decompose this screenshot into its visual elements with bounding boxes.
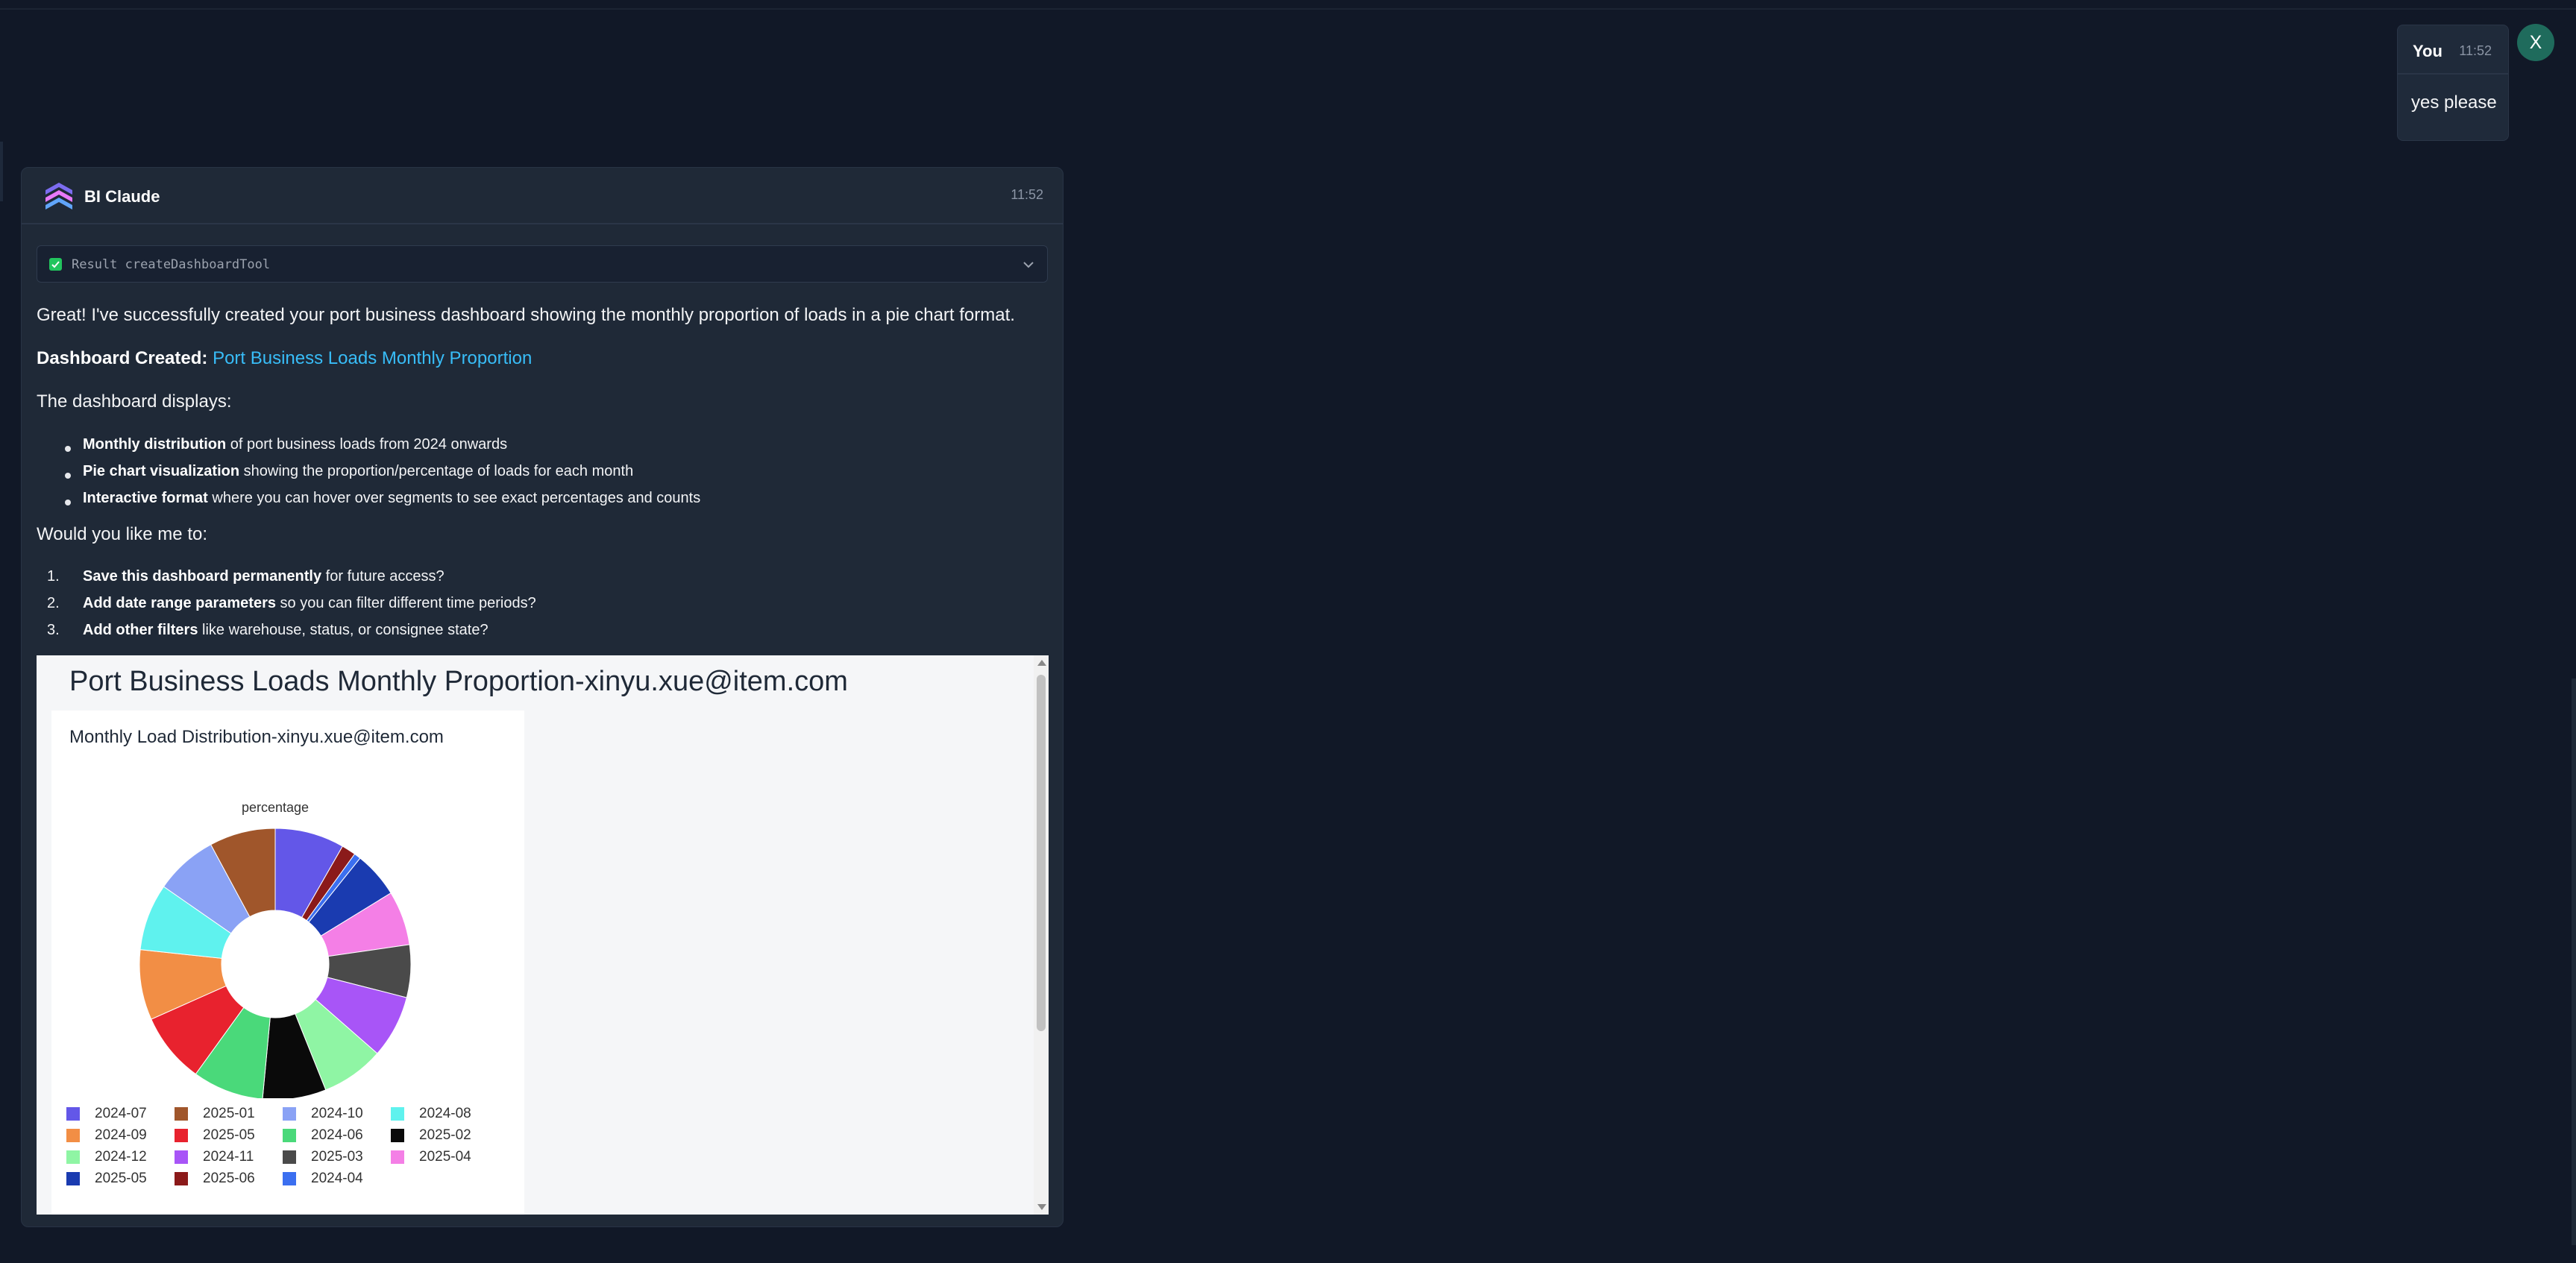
bullet-item: Monthly distribution of port business lo… [83, 436, 508, 453]
dashboard-title: Port Business Loads Monthly Proportion-x… [69, 666, 848, 697]
legend-swatch [283, 1171, 296, 1185]
scroll-down-arrow-icon[interactable] [1037, 1204, 1046, 1210]
page-scrollbar[interactable] [2572, 678, 2576, 1245]
user-message-bubble: You 11:52 yes please [2397, 25, 2509, 141]
legend-item-2025-03[interactable]: 2025-03 [283, 1149, 363, 1167]
legend-label: 2025-01 [203, 1106, 255, 1121]
option-number: 3. [47, 622, 60, 638]
legend-label: 2025-06 [203, 1171, 255, 1186]
legend-swatch [66, 1128, 80, 1142]
pie-chart-svg[interactable] [126, 800, 424, 1100]
checkbox-success-icon [49, 258, 62, 271]
assistant-message-time: 11:52 [1011, 187, 1043, 202]
legend-swatch [283, 1150, 296, 1164]
chart-panel-title: Monthly Load Distribution-xinyu.xue@item… [69, 727, 444, 747]
legend-swatch [175, 1150, 188, 1164]
assistant-message-card: BI Claude 11:52 Result createDashboardTo… [21, 167, 1064, 1227]
legend-label: 2024-07 [95, 1106, 147, 1121]
bullet-dot [65, 500, 71, 505]
legend-swatch [175, 1106, 188, 1121]
legend-item-2025-05[interactable]: 2025-05 [175, 1127, 255, 1145]
legend-swatch [283, 1106, 296, 1121]
legend-label: 2024-12 [95, 1149, 147, 1165]
legend-item-2024-08[interactable]: 2024-08 [391, 1106, 471, 1124]
legend-swatch [391, 1106, 404, 1121]
legend-item-2025-01[interactable]: 2025-01 [175, 1106, 255, 1124]
dashboard-embed[interactable]: Port Business Loads Monthly Proportion-x… [37, 655, 1049, 1215]
chart-title: percentage [241, 800, 310, 815]
assistant-intro-text: Great! I've successfully created your po… [37, 305, 1015, 325]
user-name: You [2413, 42, 2443, 60]
question-text: Would you like me to: [37, 524, 207, 544]
user-avatar[interactable]: X [2517, 24, 2554, 61]
option-number: 2. [47, 595, 60, 611]
scroll-up-arrow-icon[interactable] [1037, 660, 1046, 666]
legend-item-2025-05[interactable]: 2025-05 [66, 1171, 147, 1188]
legend-item-2024-07[interactable]: 2024-07 [66, 1106, 147, 1124]
legend-swatch [66, 1106, 80, 1121]
legend-item-2024-11[interactable]: 2024-11 [175, 1149, 254, 1167]
legend-label: 2024-10 [311, 1106, 363, 1121]
legend-item-2025-04[interactable]: 2025-04 [391, 1149, 471, 1167]
option-number: 1. [47, 568, 60, 585]
legend-item-2025-06[interactable]: 2025-06 [175, 1171, 255, 1188]
legend-swatch [66, 1171, 80, 1185]
bullet-item: Pie chart visualization showing the prop… [83, 463, 634, 479]
embed-scroll-thumb[interactable] [1037, 675, 1046, 1031]
legend-item-2024-12[interactable]: 2024-12 [66, 1149, 147, 1167]
legend-item-2025-02[interactable]: 2025-02 [391, 1127, 471, 1145]
legend-item-2024-09[interactable]: 2024-09 [66, 1127, 147, 1145]
embed-scrollbar[interactable] [1034, 655, 1049, 1215]
legend-label: 2025-05 [95, 1171, 147, 1186]
legend-label: 2024-09 [95, 1127, 147, 1143]
dashboard-link[interactable]: Port Business Loads Monthly Proportion [213, 348, 532, 368]
bullet-dot [65, 446, 71, 452]
legend-swatch [175, 1128, 188, 1142]
legend-label: 2025-02 [419, 1127, 471, 1143]
legend-label: 2024-08 [419, 1106, 471, 1121]
legend-label: 2024-06 [311, 1127, 363, 1143]
legend-swatch [391, 1150, 404, 1164]
displays-heading: The dashboard displays: [37, 391, 232, 412]
assistant-message-header: BI Claude 11:52 [22, 168, 1063, 224]
option-item: Add other filters like warehouse, status… [83, 622, 489, 638]
legend-swatch [66, 1150, 80, 1164]
legend-label: 2024-11 [203, 1149, 254, 1165]
user-message-header: You 11:52 [2398, 25, 2508, 75]
legend-label: 2025-03 [311, 1149, 363, 1165]
legend-swatch [391, 1128, 404, 1142]
left-edge-accent [0, 142, 3, 201]
user-message-time: 11:52 [2459, 43, 2492, 58]
legend-item-2024-06[interactable]: 2024-06 [283, 1127, 363, 1145]
bullet-item: Interactive format where you can hover o… [83, 490, 701, 506]
legend-item-2024-04[interactable]: 2024-04 [283, 1171, 363, 1188]
dashboard-created-label: Dashboard Created: [37, 348, 208, 368]
chevron-down-icon[interactable] [1020, 256, 1037, 273]
legend-swatch [283, 1128, 296, 1142]
legend-item-2024-10[interactable]: 2024-10 [283, 1106, 363, 1124]
option-item: Save this dashboard permanently for futu… [83, 568, 444, 585]
option-item: Add date range parameters so you can fil… [83, 595, 536, 611]
pie-chart[interactable]: percentage [126, 800, 424, 1100]
top-divider [0, 8, 2576, 10]
chart-panel: Monthly Load Distribution-xinyu.xue@item… [51, 711, 524, 1215]
tool-result-label: Result createDashboardTool [72, 257, 271, 272]
legend-label: 2025-05 [203, 1127, 255, 1143]
bullet-dot [65, 473, 71, 479]
bi-claude-logo-icon [45, 183, 72, 210]
dashboard-created-line: Dashboard Created: Port Business Loads M… [37, 348, 532, 369]
legend-swatch [175, 1171, 188, 1185]
legend-label: 2024-04 [311, 1171, 363, 1186]
user-message-text: yes please [2411, 92, 2497, 113]
assistant-name: BI Claude [84, 187, 160, 206]
tool-result-toggle[interactable]: Result createDashboardTool [37, 245, 1048, 283]
legend-label: 2025-04 [419, 1149, 471, 1165]
